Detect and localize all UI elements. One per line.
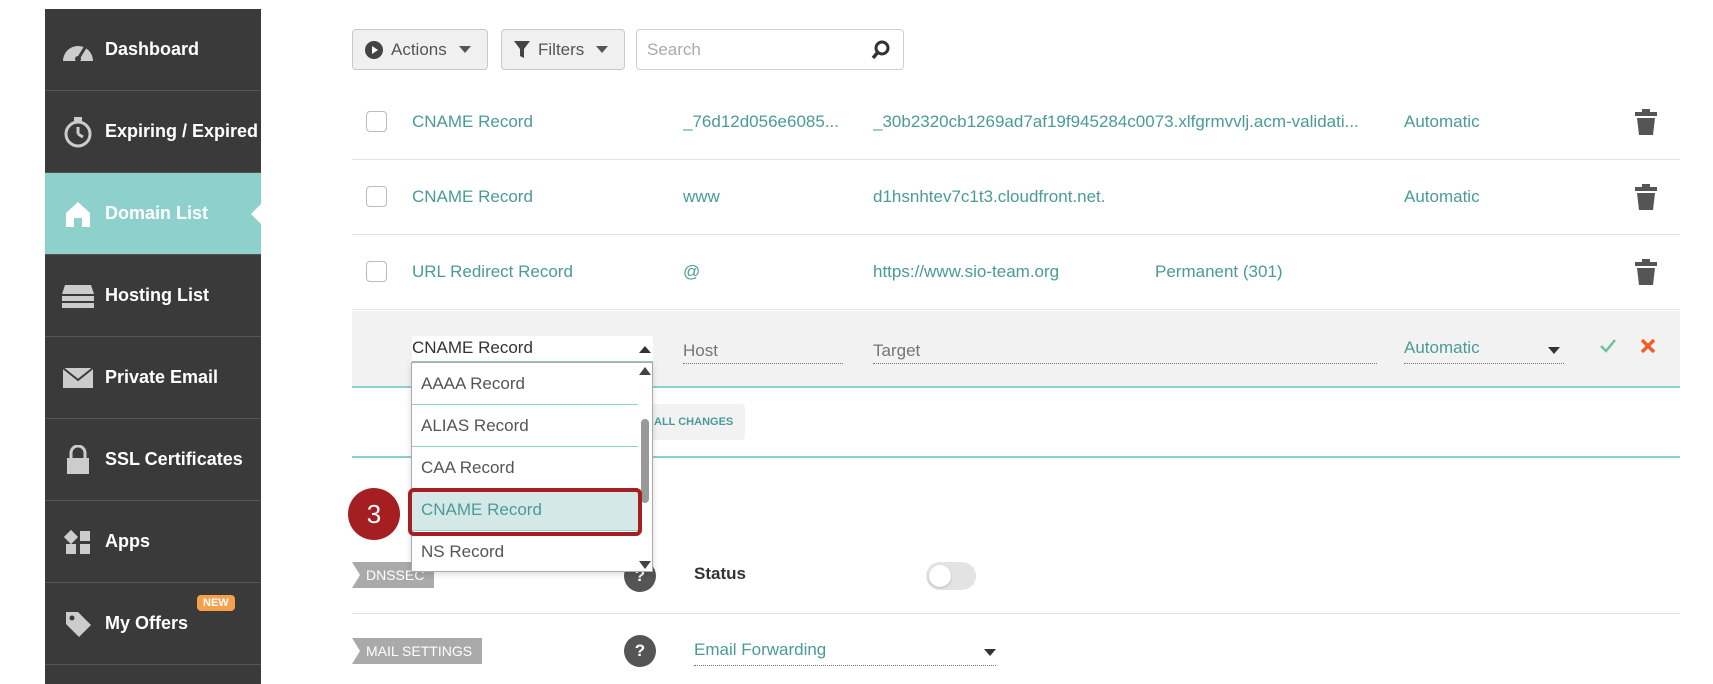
record-checkbox[interactable]: [366, 186, 387, 207]
trash-icon[interactable]: [1635, 259, 1657, 285]
dnssec-status-label: Status: [694, 564, 746, 583]
search-input[interactable]: [647, 39, 857, 61]
confirm-check-icon[interactable]: [1599, 338, 1617, 359]
record-type: URL Redirect Record: [412, 262, 573, 281]
chevron-down-icon: [458, 46, 471, 53]
sidebar-item-private-email[interactable]: Private Email: [45, 337, 261, 419]
chevron-up-icon: [639, 346, 651, 353]
record-redirect-type: Permanent (301): [1155, 262, 1283, 281]
filters-button[interactable]: Filters: [501, 29, 625, 70]
stopwatch-icon: [61, 115, 95, 149]
tag-icon: [61, 607, 95, 641]
chevron-down-icon: [1548, 347, 1560, 354]
mail-settings-tag: MAIL SETTINGS: [352, 638, 483, 664]
sidebar-item-label: Expiring / Expired: [105, 121, 259, 141]
dropdown-scrollbar[interactable]: [638, 363, 652, 571]
record-value: d1hsnhtev7c1t3.cloudfront.net.: [873, 187, 1106, 206]
sidebar-item-my-offers[interactable]: My Offers NEW: [45, 583, 261, 665]
record-ttl: Automatic: [1404, 187, 1480, 206]
sidebar-item-label: Apps: [105, 531, 150, 551]
record-type-dropdown-list: AAAA Record ALIAS Record CAA Record CNAM…: [411, 362, 653, 572]
sidebar-item-dashboard[interactable]: Dashboard: [45, 9, 261, 91]
target-input[interactable]: [873, 338, 1377, 364]
sidebar-item-label: Domain List: [105, 203, 209, 223]
record-value: _30b2320cb1269ad7af19f945284c0073.xlfgrm…: [873, 112, 1359, 131]
new-badge: NEW: [197, 595, 235, 611]
dropdown-option[interactable]: CAA Record: [412, 447, 640, 489]
filters-label: Filters: [538, 39, 585, 59]
actions-button[interactable]: Actions: [352, 29, 488, 70]
lock-icon: [61, 443, 95, 477]
record-checkbox[interactable]: [366, 261, 387, 282]
sidebar-item-label: SSL Certificates: [105, 449, 243, 469]
dropdown-option[interactable]: AAAA Record: [412, 363, 640, 405]
record-type-selected: CNAME Record: [412, 338, 533, 357]
actions-label: Actions: [391, 39, 447, 59]
record-value: https://www.sio-team.org: [873, 262, 1060, 281]
server-icon: [61, 279, 95, 313]
sidebar-item-label: Hosting List: [105, 285, 209, 305]
step-number-badge: 3: [348, 488, 400, 540]
dropdown-option[interactable]: ALIAS Record: [412, 405, 640, 447]
mail-settings-value: Email Forwarding: [694, 640, 827, 659]
sidebar-item-label: Dashboard: [105, 39, 200, 59]
record-host: www: [683, 187, 720, 206]
sidebar-item-label: Private Email: [105, 367, 219, 387]
ttl-select[interactable]: Automatic: [1404, 336, 1564, 364]
dropdown-option[interactable]: NS Record: [412, 531, 640, 571]
record-type: CNAME Record: [412, 112, 533, 131]
search-icon[interactable]: [871, 40, 891, 65]
highlight-box: [408, 488, 642, 536]
play-circle-icon: [365, 40, 383, 59]
scrollbar-thumb[interactable]: [641, 419, 649, 503]
mail-settings-row: MAIL SETTINGS ? Email Forwarding: [352, 614, 1680, 684]
sidebar-item-expiring[interactable]: Expiring / Expired: [45, 91, 261, 173]
record-type-select[interactable]: CNAME Record: [412, 336, 653, 362]
record-checkbox[interactable]: [366, 111, 387, 132]
search-box: [636, 29, 904, 70]
record-row: CNAME Record _76d12d056e6085... _30b2320…: [352, 85, 1680, 160]
home-icon: [61, 197, 95, 231]
save-all-changes-button[interactable]: ALL CHANGES: [648, 404, 746, 440]
ttl-value: Automatic: [1404, 338, 1480, 357]
scroll-up-arrow-icon[interactable]: [639, 367, 651, 375]
trash-icon[interactable]: [1635, 184, 1657, 210]
dashboard-gauge-icon: [61, 33, 95, 67]
apps-grid-icon: [61, 525, 95, 559]
chevron-down-icon: [984, 649, 996, 656]
help-icon[interactable]: ?: [624, 635, 656, 667]
mail-settings-select[interactable]: Email Forwarding: [694, 638, 996, 666]
record-ttl: [1404, 235, 1554, 309]
sidebar-item-label: My Offers: [105, 613, 189, 633]
trash-icon[interactable]: [1635, 109, 1657, 135]
record-host: @: [683, 262, 701, 281]
sidebar-item-domain-list[interactable]: Domain List: [45, 173, 261, 255]
toggle-knob: [929, 565, 951, 587]
sidebar: Dashboard Expiring / Expired Domain List…: [45, 9, 261, 684]
sidebar-item-hosting-list[interactable]: Hosting List: [45, 255, 261, 337]
cancel-x-icon[interactable]: [1639, 337, 1657, 360]
record-row: CNAME Record www d1hsnhtev7c1t3.cloudfro…: [352, 160, 1680, 235]
sidebar-item-ssl-certificates[interactable]: SSL Certificates: [45, 419, 261, 501]
record-ttl: Automatic: [1404, 112, 1480, 131]
record-type: CNAME Record: [412, 187, 533, 206]
record-row: URL Redirect Record @ https://www.sio-te…: [352, 235, 1680, 310]
chevron-down-icon: [596, 46, 609, 53]
scroll-down-arrow-icon[interactable]: [639, 561, 651, 569]
envelope-icon: [61, 361, 95, 395]
sidebar-item-apps[interactable]: Apps: [45, 501, 261, 583]
dnssec-toggle[interactable]: [926, 562, 976, 590]
filter-icon: [514, 40, 530, 59]
save-all-label: ALL CHANGES: [654, 416, 734, 428]
record-host: _76d12d056e6085...: [683, 112, 839, 131]
host-input[interactable]: [683, 338, 843, 364]
